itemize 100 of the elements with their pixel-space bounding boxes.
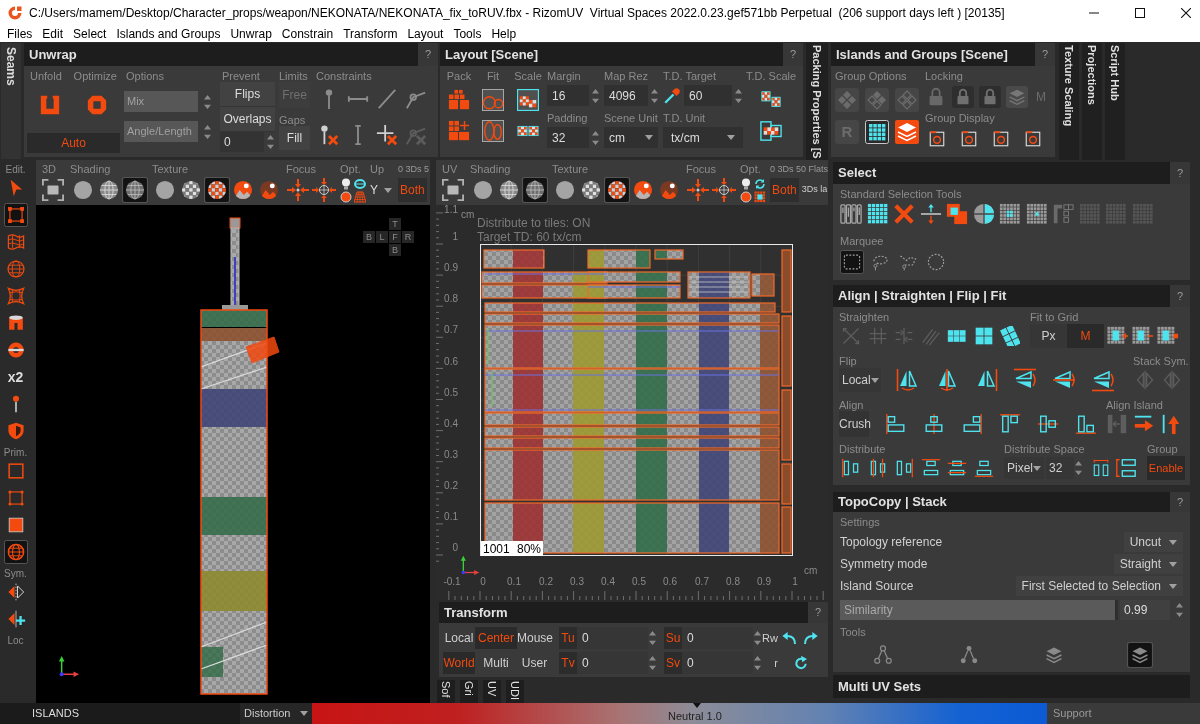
grid-square-mark-icon[interactable]	[1157, 325, 1179, 347]
stepper-arrows-icon[interactable]	[1075, 460, 1082, 476]
frame-view-icon[interactable]	[442, 179, 464, 201]
number-field[interactable]: 32	[1046, 457, 1074, 479]
grid-tilted-icon[interactable]	[1000, 326, 1020, 346]
stepper-arrows-icon[interactable]	[754, 655, 761, 671]
layers-icon[interactable]	[1127, 642, 1154, 668]
display-frame-icon[interactable]	[928, 130, 946, 148]
stepper-arrows-icon[interactable]	[649, 655, 656, 671]
checker-frame-icon[interactable]	[760, 120, 782, 142]
help-button[interactable]: ?	[418, 43, 438, 66]
dropdown[interactable]: Pixel	[1004, 457, 1044, 479]
display-frame-icon[interactable]	[1024, 130, 1042, 148]
number-field[interactable]: 0	[682, 627, 753, 649]
dashed-rectangle-icon[interactable]	[840, 250, 864, 274]
stepper-arrows-icon[interactable]	[1176, 602, 1183, 618]
help-button[interactable]: ?	[1170, 162, 1190, 184]
stepper-arrows-icon[interactable]	[735, 87, 742, 104]
view-cube-face-button[interactable]: T	[389, 218, 401, 230]
dot-icon[interactable]	[740, 190, 752, 203]
unit-button[interactable]: M	[1067, 324, 1104, 348]
number-field[interactable]: 0	[220, 132, 264, 152]
menu-item[interactable]: Transform	[338, 27, 403, 40]
fit-circles-icon[interactable]	[482, 89, 504, 111]
dropdown[interactable]: cm	[604, 127, 658, 148]
distribute-middle-icon[interactable]	[947, 458, 967, 478]
help-button[interactable]: ?	[1170, 285, 1190, 307]
frame-view-icon[interactable]	[42, 179, 64, 201]
distribute-top-icon[interactable]	[920, 458, 941, 478]
display-dropdown[interactable]: Distortion	[240, 703, 312, 724]
side-tab[interactable]: Texture Scaling	[1059, 43, 1079, 160]
space-vertical-icon[interactable]	[1115, 457, 1137, 479]
display-frame-icon[interactable]	[992, 130, 1010, 148]
optimize-icon[interactable]	[85, 94, 108, 116]
display-mode-button[interactable]: Both	[398, 178, 427, 202]
flip-bottom-icon[interactable]	[1091, 368, 1115, 392]
menu-item[interactable]: Files	[2, 27, 38, 40]
cut-off-button[interactable]: r	[762, 654, 778, 672]
tool-button[interactable]: x2	[3, 365, 28, 389]
mode-button[interactable]: Mouse	[517, 627, 552, 649]
mode-button[interactable]: Multi	[475, 652, 517, 674]
view-cube-face-button[interactable]: F	[389, 231, 401, 243]
dropdown[interactable]: Y	[370, 180, 392, 200]
stepper-arrows-icon[interactable]	[592, 87, 599, 104]
stepper-arrows-icon[interactable]	[204, 93, 211, 110]
side-tab[interactable]: UDI	[506, 680, 524, 703]
number-field[interactable]: 16	[547, 85, 589, 106]
unit-button[interactable]: Px	[1030, 324, 1067, 348]
distribute-left-icon[interactable]	[841, 458, 861, 478]
align-right-icon[interactable]	[961, 413, 983, 435]
enable-button[interactable]: Enable	[1147, 456, 1185, 480]
number-field[interactable]: 32	[547, 127, 589, 148]
distribute-bottom-icon[interactable]	[973, 458, 994, 478]
help-button[interactable]: ?	[1170, 492, 1190, 512]
display-frame-icon[interactable]	[960, 130, 978, 148]
undo-icon[interactable]	[781, 630, 797, 646]
focus-globe-icon[interactable]	[312, 178, 336, 202]
distribute-right-icon[interactable]	[894, 458, 914, 478]
pack-move-icon[interactable]	[448, 120, 470, 142]
grid-square-icon[interactable]	[973, 326, 994, 346]
scale-checker-icon[interactable]	[517, 89, 539, 111]
dropdown[interactable]: Uncut	[1123, 532, 1183, 552]
align-top-icon[interactable]	[999, 413, 1021, 435]
padlock-tile-icon[interactable]	[979, 86, 1001, 108]
side-tab[interactable]: Script Hub	[1105, 43, 1125, 160]
globe-icon[interactable]	[3, 540, 28, 564]
menu-item[interactable]: Edit	[37, 27, 69, 40]
help-button[interactable]: ?	[808, 602, 828, 623]
number-field[interactable]: 60	[684, 85, 732, 106]
grid-all-icon[interactable]	[866, 203, 889, 225]
maximize-icon[interactable]	[1135, 7, 1145, 18]
toggle-button[interactable]: Overlaps	[220, 107, 275, 132]
number-field[interactable]: 0	[577, 627, 648, 649]
layers-tile-icon[interactable]	[1006, 86, 1028, 108]
light-bulb-icon[interactable]	[740, 177, 752, 190]
side-tab[interactable]: Sof	[437, 680, 455, 703]
view-cube-face-button[interactable]: B	[363, 231, 375, 243]
eyedropper-icon[interactable]	[663, 86, 681, 105]
dropdown[interactable]: tx/cm	[663, 127, 743, 148]
menu-item[interactable]: Layout	[402, 27, 449, 40]
shaded-wireframe-sphere-icon[interactable]	[122, 177, 148, 203]
grid-center-icon[interactable]	[999, 203, 1021, 225]
toggle-button[interactable]: Flips	[220, 82, 275, 107]
number-field[interactable]: 0	[577, 652, 648, 674]
ring-icon[interactable]	[354, 177, 366, 190]
circular-arrow-icon[interactable]	[793, 655, 809, 671]
diagonal-line-icon[interactable]	[375, 88, 398, 110]
focus-globe-icon[interactable]	[712, 178, 736, 202]
menu-item[interactable]: Constrain	[276, 27, 339, 40]
number-field[interactable]: 4096	[604, 85, 648, 106]
checker-grid-icon[interactable]	[754, 190, 766, 203]
stepper-arrows-icon[interactable]	[204, 123, 211, 140]
layers-tile-icon[interactable]	[895, 120, 919, 144]
redo-icon[interactable]	[803, 630, 819, 646]
grid-tile-icon[interactable]	[865, 120, 889, 144]
shaded-wireframe-sphere-icon[interactable]	[522, 177, 548, 203]
crush-button[interactable]: Crush	[839, 411, 869, 437]
pack-squares-icon[interactable]	[448, 89, 470, 111]
crosshair-cross-icon[interactable]	[375, 124, 398, 146]
side-tab[interactable]: UV	[483, 680, 501, 703]
